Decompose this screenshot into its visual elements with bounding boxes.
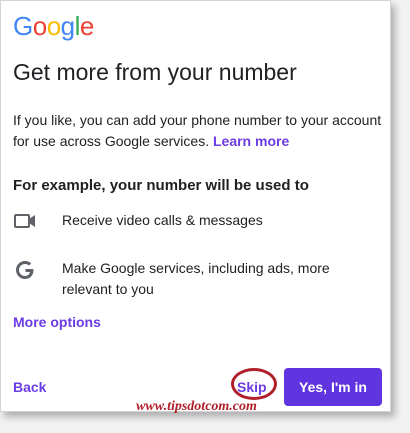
video-camera-icon: [13, 210, 41, 234]
skip-button[interactable]: Skip: [237, 377, 267, 397]
section-subhead: For example, your number will be used to: [13, 177, 309, 194]
page-title: Get more from your number: [13, 59, 297, 85]
logo-letter: o: [32, 11, 47, 41]
back-button[interactable]: Back: [13, 377, 46, 397]
dialog-card: Google Get more from your number If you …: [0, 0, 391, 414]
more-options-link[interactable]: More options: [13, 312, 101, 332]
feature-text: Receive video calls & messages: [62, 212, 263, 228]
intro-text: If you like, you can add your phone numb…: [13, 112, 382, 149]
google-logo: Google: [13, 11, 94, 41]
feature-text: Make Google services, including ads, mor…: [62, 260, 330, 297]
logo-letter: e: [79, 11, 94, 41]
google-g-icon: [13, 258, 41, 282]
logo-letter: G: [13, 11, 33, 41]
learn-more-link[interactable]: Learn more: [213, 133, 289, 149]
logo-letter: g: [60, 11, 75, 41]
intro-paragraph: If you like, you can add your phone numb…: [13, 110, 383, 152]
watermark-text: www.tipsdotcom.com: [136, 399, 257, 414]
logo-letter: o: [46, 11, 61, 41]
